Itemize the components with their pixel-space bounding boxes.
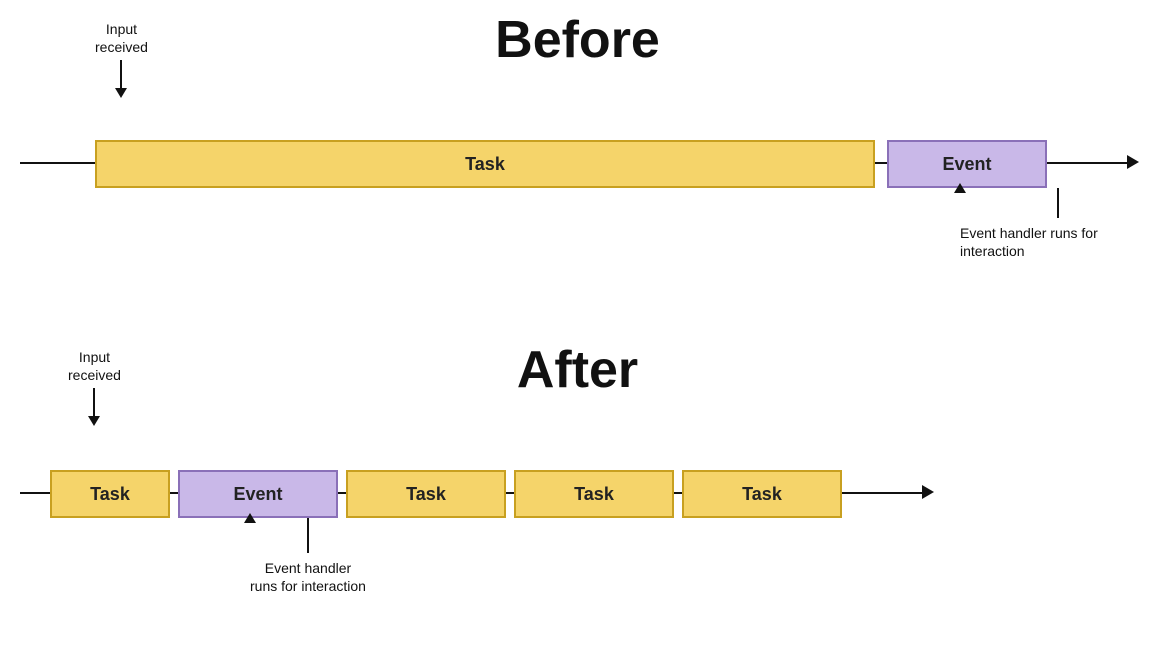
after-conn3 (506, 492, 514, 494)
before-event-arrow-head (954, 183, 966, 193)
diagram-container: Before Input received Task Event Event h… (0, 0, 1155, 647)
before-input-text: Input received (95, 20, 148, 56)
after-input-arrow-line (93, 388, 95, 416)
before-input-arrow-head (115, 88, 127, 98)
after-input-text: Input received (68, 348, 121, 384)
before-event-box: Event (887, 140, 1047, 188)
after-event-box: Event (178, 470, 338, 518)
before-event-handler-annotation: Event handler runs for interaction (960, 188, 1155, 260)
after-task4-box: Task (682, 470, 842, 518)
before-input-annotation: Input received (95, 20, 148, 98)
before-arrow-right (1127, 155, 1139, 169)
after-conn2 (338, 492, 346, 494)
after-task3-box: Task (514, 470, 674, 518)
before-timeline-middle (875, 162, 887, 164)
before-event-arrow-line (1057, 188, 1059, 218)
after-event-arrow-head (244, 513, 256, 523)
before-event-handler-text: Event handler runs for interaction (960, 224, 1155, 260)
after-event-handler-annotation: Event handler runs for interaction (250, 518, 366, 595)
after-title: After (0, 340, 1155, 400)
before-input-arrow-line (120, 60, 122, 88)
after-conn4 (674, 492, 682, 494)
after-event-arrow-line (307, 518, 309, 553)
after-input-arrow-head (88, 416, 100, 426)
before-timeline-right (1047, 162, 1127, 164)
after-event-handler-text: Event handler runs for interaction (250, 559, 366, 595)
before-timeline-left (20, 162, 95, 164)
after-input-annotation: Input received (68, 348, 121, 426)
after-conn1 (170, 492, 178, 494)
before-task-box: Task (95, 140, 875, 188)
after-arrow-right (922, 485, 934, 499)
before-title: Before (0, 10, 1155, 70)
after-timeline-end (842, 492, 922, 494)
after-task2-box: Task (346, 470, 506, 518)
after-task1-box: Task (50, 470, 170, 518)
